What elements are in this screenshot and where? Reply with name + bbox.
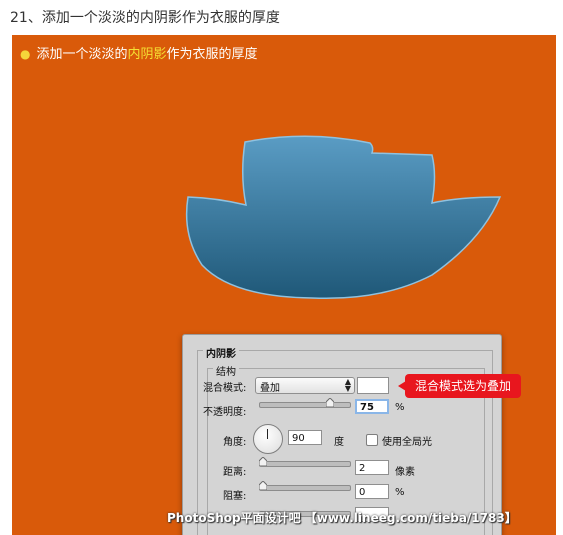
inner-shadow-title: 内阴影: [203, 345, 239, 360]
distance-unit: 像素: [395, 467, 415, 478]
choke-unit: %: [395, 487, 405, 498]
choke-label: 阻塞:: [223, 491, 247, 502]
tutorial-image: ● 添加一个淡淡的内阴影作为衣服的厚度 内阴影 结构 混合模式: 叠加 ▲ ▼ 不透…: [12, 35, 556, 535]
distance-input[interactable]: 2: [355, 460, 389, 475]
opacity-slider[interactable]: [259, 398, 351, 408]
distance-label: 距离:: [223, 467, 247, 478]
opacity-label: 不透明度:: [203, 407, 247, 418]
blend-mode-select[interactable]: 叠加 ▲ ▼: [255, 377, 355, 394]
angle-input[interactable]: 90: [288, 430, 322, 445]
blend-mode-value: 叠加: [260, 383, 280, 394]
angle-dial[interactable]: [253, 424, 283, 454]
slider-thumb-icon[interactable]: [259, 457, 267, 466]
opacity-unit: %: [395, 402, 405, 413]
angle-label: 角度:: [223, 437, 247, 448]
choke-slider[interactable]: [259, 481, 351, 491]
slider-thumb-icon[interactable]: [259, 481, 267, 490]
watermark: PhotoShop平面设计吧 【www.lineeg.com/tieba/178…: [167, 511, 517, 525]
blend-mode-label: 混合模式:: [203, 383, 247, 394]
angle-unit: 度: [334, 437, 344, 448]
callout-label: 混合模式选为叠加: [405, 374, 522, 398]
distance-slider[interactable]: [259, 457, 351, 467]
choke-input[interactable]: 0: [355, 484, 389, 499]
shadow-color-swatch[interactable]: [357, 377, 389, 394]
global-light-checkbox[interactable]: [366, 434, 378, 446]
slider-thumb-icon[interactable]: [326, 398, 334, 407]
updown-arrow-icon: ▲ ▼: [344, 377, 351, 393]
opacity-input[interactable]: 75: [355, 399, 389, 414]
step-title: 21、添加一个淡淡的内阴影作为衣服的厚度: [10, 10, 280, 26]
layer-style-dialog: 内阴影 结构 混合模式: 叠加 ▲ ▼ 不透明度: 75 % 角度: 90 度 使…: [182, 334, 502, 535]
global-light-label: 使用全局光: [382, 437, 432, 448]
structure-title: 结构: [213, 363, 239, 378]
angle-indicator: [267, 429, 268, 439]
